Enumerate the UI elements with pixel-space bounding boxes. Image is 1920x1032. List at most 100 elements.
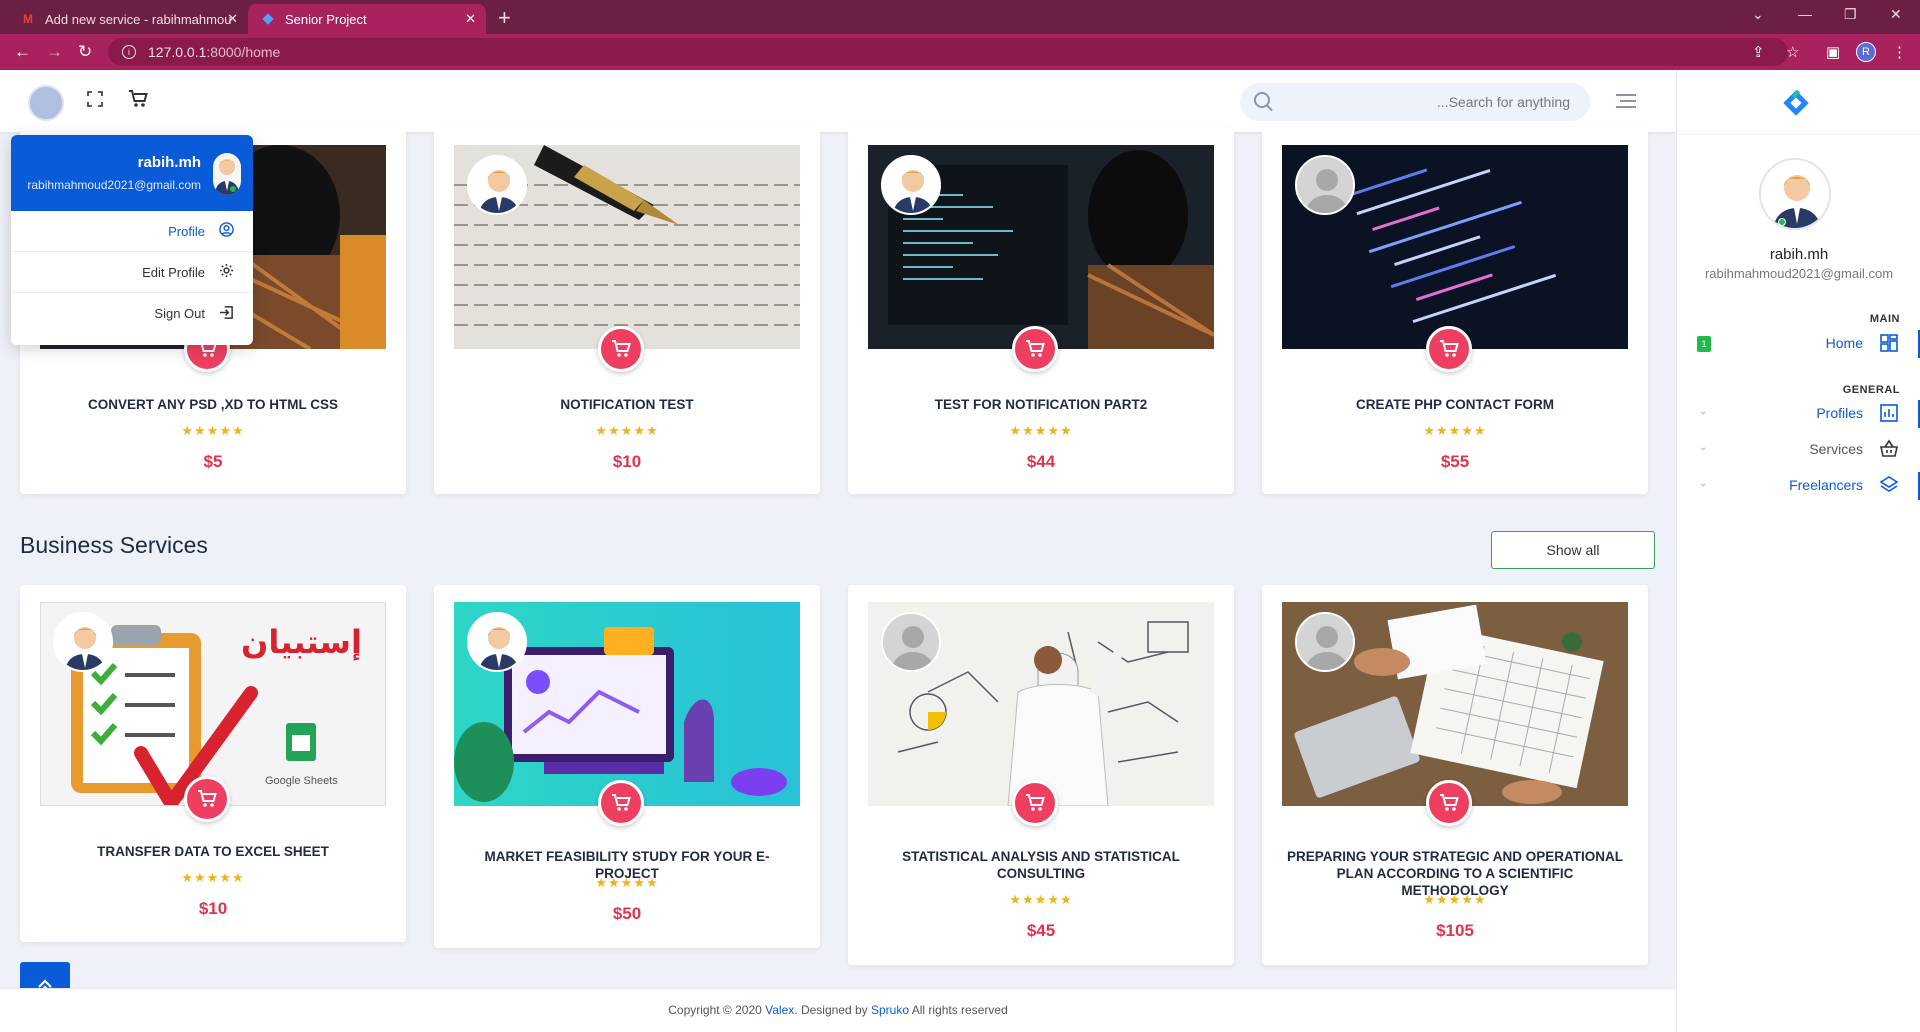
search-icon[interactable] <box>1254 92 1270 108</box>
tab-search-icon[interactable]: ⌄ <box>1752 6 1764 23</box>
share-icon[interactable]: ⇪ <box>1752 43 1765 61</box>
add-to-cart-button[interactable] <box>184 776 230 822</box>
minimize-icon[interactable]: — <box>1798 6 1812 22</box>
footer-brand-link[interactable]: Valex <box>765 1003 794 1017</box>
close-icon[interactable]: ✕ <box>227 11 238 27</box>
fullscreen-icon[interactable] <box>86 90 104 113</box>
image-arabic-text: إستبيان <box>241 623 362 661</box>
sidebar-avatar[interactable] <box>1759 158 1831 230</box>
url-host: 127.0.0.1 <box>148 44 207 60</box>
cart-icon <box>1026 340 1045 357</box>
reload-icon[interactable]: ↻ <box>78 42 92 62</box>
cart-icon <box>612 794 631 811</box>
add-to-cart-button[interactable] <box>1426 780 1472 826</box>
add-to-cart-button[interactable] <box>1012 326 1058 372</box>
side-panel-icon[interactable]: ▣ <box>1826 43 1840 61</box>
sidebar-item-label: Services <box>1809 441 1863 457</box>
add-to-cart-button[interactable] <box>1012 780 1058 826</box>
footer-text: . Designed by <box>794 1003 871 1017</box>
dropdown-edit-profile-item[interactable]: Edit Profile <box>11 252 253 293</box>
basket-icon <box>1880 439 1898 457</box>
service-price: $10 <box>612 452 642 471</box>
cart-icon <box>1026 794 1045 811</box>
add-to-cart-button[interactable] <box>598 326 644 372</box>
app-logo-icon[interactable] <box>1781 88 1811 118</box>
owner-avatar <box>467 612 527 672</box>
service-card[interactable]: MARKET FEASIBILITY STUDY FOR YOUR E-PROJ… <box>434 585 820 948</box>
browser-tab-bar: M Add new service - rabihmahmou ✕ Senior… <box>0 0 1920 34</box>
service-price: $50 <box>612 904 642 923</box>
footer: Copyright © 2020 Valex. Designed by Spru… <box>0 988 1676 1032</box>
sidebar-user-email: rabihmahmoud2021@gmail.com <box>1704 266 1894 281</box>
close-window-icon[interactable]: ✕ <box>1890 6 1902 23</box>
search-input[interactable] <box>1280 83 1570 121</box>
service-title[interactable]: CREATE PHP CONTACT FORM <box>1282 396 1628 413</box>
add-to-cart-button[interactable] <box>598 780 644 826</box>
divider <box>1677 134 1920 135</box>
owner-avatar <box>881 612 941 672</box>
sidebar-item-freelancers[interactable]: ⌄ Freelancers <box>1677 468 1920 502</box>
sidebar-item-home[interactable]: 1 Home <box>1677 326 1920 360</box>
service-title[interactable]: CONVERT ANY PSD ,XD TO HTML CSS <box>40 396 386 413</box>
menu-item-label: Edit Profile <box>142 264 205 280</box>
service-title[interactable]: TRANSFER DATA TO EXCEL SHEET <box>40 843 386 860</box>
sidebar-item-label: Freelancers <box>1789 477 1863 493</box>
header-avatar[interactable] <box>28 85 64 121</box>
search-box <box>1240 83 1590 121</box>
service-price: $55 <box>1440 452 1470 471</box>
rating-stars: ★★★★★ <box>1009 423 1073 438</box>
section-title: Business Services <box>20 532 208 558</box>
new-tab-icon[interactable]: + <box>498 5 511 31</box>
service-card[interactable]: CREATE PHP CONTACT FORM ★★★★★ $55 <box>1262 128 1648 494</box>
rating-stars: ★★★★★ <box>1423 423 1487 438</box>
owner-avatar <box>1295 612 1355 672</box>
gmail-icon: M <box>23 12 33 26</box>
browser-profile-avatar[interactable]: R <box>1856 42 1876 62</box>
dropdown-profile-item[interactable]: Profile <box>11 211 253 252</box>
dropdown-user-name: rabih.mh <box>137 154 201 171</box>
sidebar-item-profiles[interactable]: ⌄ Profiles <box>1677 396 1920 430</box>
service-card[interactable]: PREPARING YOUR STRATEGIC AND OPERATIONAL… <box>1262 585 1648 965</box>
site-info-icon[interactable]: i <box>122 45 136 59</box>
service-price: $5 <box>203 452 223 471</box>
cart-icon[interactable] <box>128 90 148 113</box>
service-price: $45 <box>1026 921 1056 940</box>
browser-tab-gmail[interactable]: M Add new service - rabihmahmou ✕ <box>8 4 248 34</box>
service-card[interactable]: إستبيان Google Sheets TRANSFER DATA TO E… <box>20 585 406 942</box>
chevron-down-icon: ⌄ <box>1699 406 1708 417</box>
menu-toggle-icon[interactable] <box>1616 94 1636 112</box>
valex-logo-icon <box>260 11 276 27</box>
forward-icon[interactable]: → <box>46 42 63 62</box>
service-card[interactable]: STATISTICAL ANALYSIS AND STATISTICAL CON… <box>848 585 1234 965</box>
close-icon[interactable]: ✕ <box>465 11 476 27</box>
sidebar: rabih.mh rabihmahmoud2021@gmail.com MAIN… <box>1676 70 1920 1032</box>
footer-designer-link[interactable]: Spruko <box>871 1003 909 1017</box>
dropdown-sign-out-item[interactable]: Sign Out <box>11 293 253 334</box>
sidebar-item-services[interactable]: ⌄ Services <box>1677 432 1920 466</box>
bookmark-star-icon[interactable]: ☆ <box>1786 43 1799 61</box>
sidebar-user-name: rabih.mh <box>1769 246 1829 263</box>
service-price: $10 <box>198 899 228 918</box>
more-menu-icon[interactable]: ⋮ <box>1892 43 1907 61</box>
footer-copyright: Copyright © 2020 <box>668 1003 766 1017</box>
restore-icon[interactable]: ❐ <box>1844 6 1857 23</box>
service-card[interactable]: TEST FOR NOTIFICATION PART2 ★★★★★ $44 <box>848 128 1234 494</box>
browser-tab-senior-project[interactable]: Senior Project ✕ <box>248 4 486 34</box>
service-card[interactable]: NOTIFICATION TEST ★★★★★ $10 <box>434 128 820 494</box>
sign-out-icon <box>217 305 235 323</box>
url-field[interactable]: i 127.0.0.1:8000/home <box>108 38 1788 66</box>
cart-icon <box>198 790 217 807</box>
cart-icon <box>612 340 631 357</box>
rating-stars: ★★★★★ <box>181 423 245 438</box>
service-title[interactable]: STATISTICAL ANALYSIS AND STATISTICAL CON… <box>868 848 1214 882</box>
show-all-button[interactable]: Show all <box>1491 531 1655 569</box>
tab-title: Senior Project <box>285 11 367 27</box>
menu-item-label: Profile <box>168 223 205 239</box>
gear-icon <box>217 263 235 281</box>
dropdown-header: rabih.mh rabihmahmoud2021@gmail.com <box>11 135 253 211</box>
service-title[interactable]: TEST FOR NOTIFICATION PART2 <box>868 396 1214 413</box>
service-title[interactable]: NOTIFICATION TEST <box>454 396 800 413</box>
add-to-cart-button[interactable] <box>1426 326 1472 372</box>
sidebar-item-label: Profiles <box>1816 405 1863 421</box>
back-icon[interactable]: ← <box>14 42 31 62</box>
